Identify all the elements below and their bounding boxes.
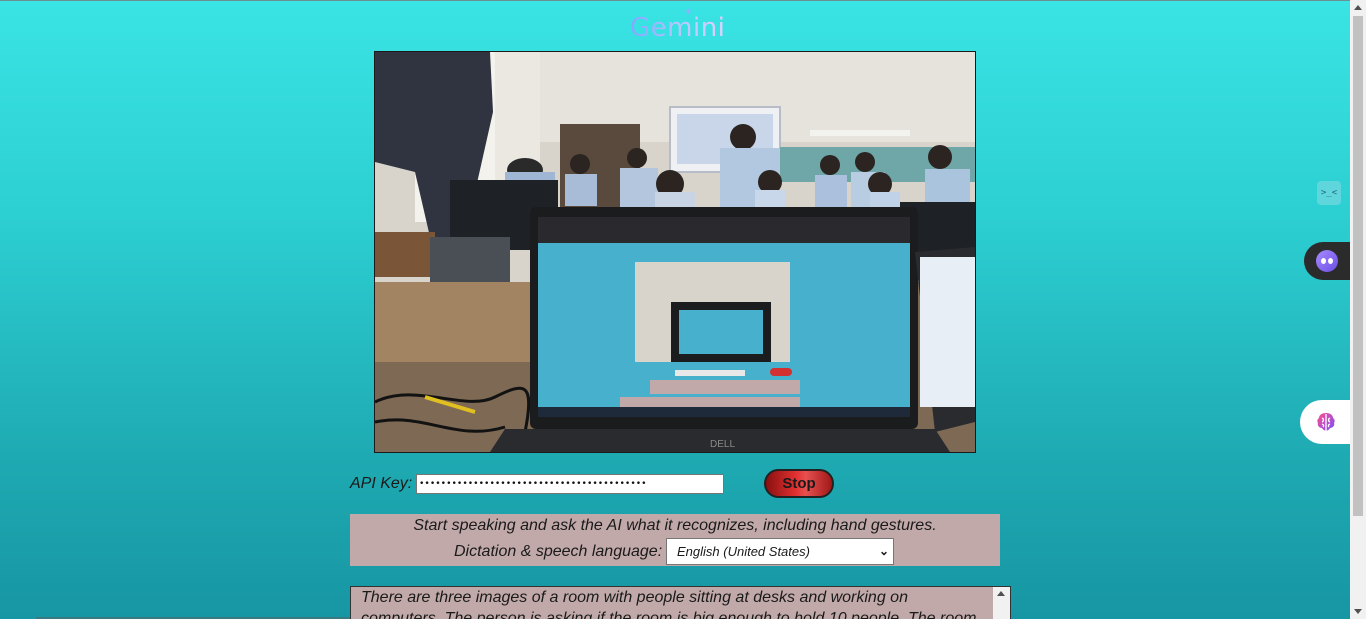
language-select[interactable]: English (United States) ⌄ — [666, 538, 894, 565]
instructions-text: Start speaking and ask the AI what it re… — [413, 517, 937, 534]
instructions-panel: Start speaking and ask the AI what it re… — [350, 514, 1000, 566]
response-scrollbar[interactable] — [993, 587, 1010, 619]
stop-button[interactable]: Stop — [764, 469, 834, 498]
gemini-logo: Gemini — [630, 10, 725, 46]
sparkle-icon: ✦ — [684, 7, 693, 18]
page-scrollbar[interactable] — [1350, 0, 1366, 619]
top-border — [0, 0, 1350, 1]
brain-assistant-button[interactable] — [1300, 400, 1350, 444]
terminal-icon[interactable]: >_< — [1317, 181, 1341, 205]
response-textarea[interactable]: There are three images of a room with pe… — [350, 586, 1011, 619]
scroll-up-icon[interactable] — [1354, 5, 1362, 10]
chevron-down-icon: ⌄ — [878, 544, 889, 558]
scrollbar-thumb[interactable] — [1353, 16, 1363, 516]
bot-assistant-icon — [1316, 250, 1338, 272]
brain-icon — [1317, 413, 1335, 431]
api-key-input[interactable]: ••••••••••••••••••••••••••••••••••••••••… — [416, 474, 724, 494]
language-selected-value: English (United States) — [677, 544, 810, 559]
camera-feed: DELL — [374, 51, 976, 453]
svg-text:DELL: DELL — [710, 439, 735, 450]
scroll-up-arrow-icon[interactable] — [997, 591, 1005, 596]
scroll-down-icon[interactable] — [1354, 609, 1362, 614]
camera-feed-image: DELL — [375, 52, 975, 452]
api-key-label: API Key: — [350, 475, 413, 492]
language-label: Dictation & speech language: — [454, 543, 663, 560]
bot-assistant-button[interactable] — [1304, 242, 1350, 280]
response-text: There are three images of a room with pe… — [361, 589, 977, 619]
